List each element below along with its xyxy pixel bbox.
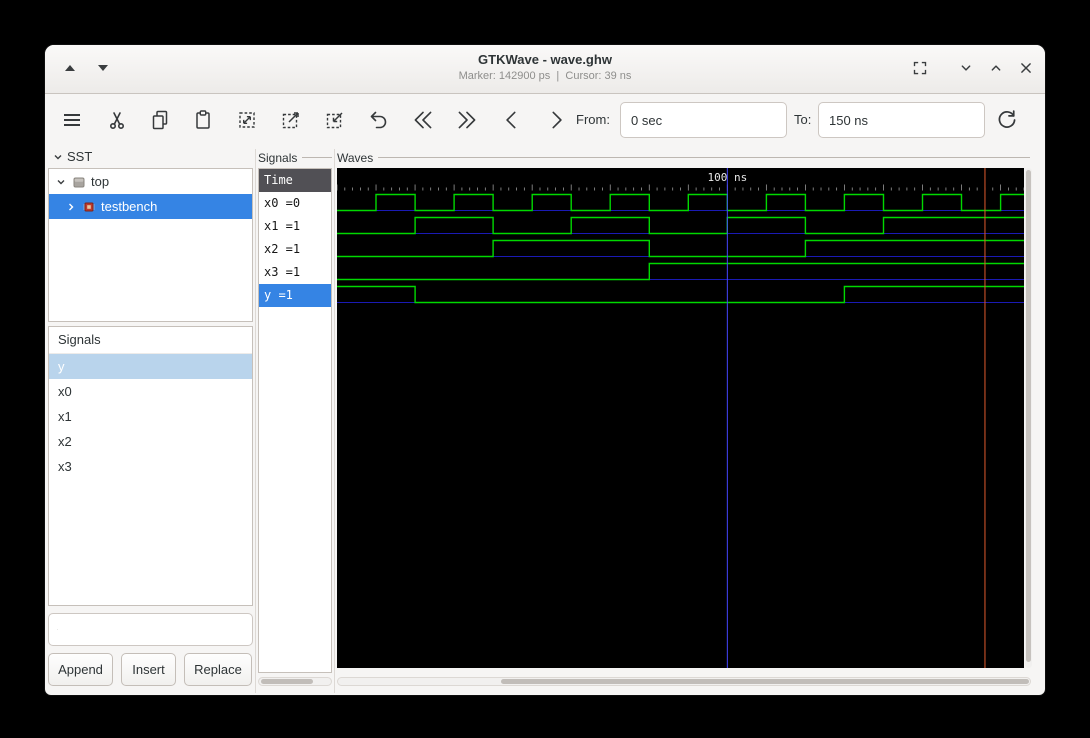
next-button[interactable] — [538, 102, 574, 138]
copy-icon — [152, 110, 168, 130]
search-input[interactable] — [64, 621, 244, 638]
close-icon — [1021, 63, 1031, 73]
zoom-out-button[interactable] — [317, 102, 353, 138]
cut-scissors-icon — [110, 112, 125, 130]
expander-down-icon — [54, 154, 62, 159]
waves-frame-label: Waves — [337, 150, 1030, 165]
wave-name-list: Time x0 =0 x1 =1 x2 =1 x3 =1 y =1 — [258, 168, 332, 673]
signal-search-box[interactable] — [48, 613, 253, 646]
zoom-in-button[interactable] — [273, 102, 309, 138]
chip-icon — [83, 202, 95, 211]
skip-to-start-button[interactable] — [405, 102, 441, 138]
gtkwave-window: GTKWave - wave.ghw Marker: 142900 ps | C… — [45, 45, 1045, 695]
skip-to-end-icon — [458, 111, 476, 129]
toolbar: From: To: — [45, 93, 1045, 148]
reload-button[interactable] — [989, 102, 1025, 138]
zoom-in-icon — [282, 112, 299, 129]
window-chevron-up-button[interactable] — [983, 55, 1009, 81]
menu-icon — [64, 114, 80, 126]
paned-handle-left[interactable] — [255, 149, 256, 693]
append-button[interactable]: Append — [48, 653, 113, 686]
menu-button[interactable] — [54, 102, 90, 138]
cut-button[interactable] — [99, 102, 135, 138]
restore-window-button[interactable] — [907, 55, 933, 81]
from-label: From: — [576, 112, 610, 127]
wave-row-label-x1[interactable]: x1 =1 — [259, 215, 331, 238]
skip-to-start-icon — [414, 111, 432, 129]
wave-row-label-y[interactable]: y =1 — [259, 284, 331, 307]
undo-button[interactable] — [361, 102, 397, 138]
from-input[interactable] — [620, 102, 787, 138]
sst-tree-panel: top testbench — [48, 168, 253, 322]
tree-item-label: top — [91, 174, 110, 189]
paned-handle-right[interactable] — [334, 149, 335, 693]
copy-button[interactable] — [142, 102, 178, 138]
signal-item-x3[interactable]: x3 — [49, 454, 252, 479]
signal-search-panel: Signals y x0 x1 x2 x3 — [48, 326, 253, 606]
expander-down-icon[interactable] — [55, 176, 67, 188]
frame-rule — [302, 157, 332, 158]
chevron-left-icon — [506, 111, 516, 129]
restore-window-icon — [913, 61, 927, 75]
tree-item-top[interactable]: top — [49, 169, 252, 194]
insert-button[interactable]: Insert — [121, 653, 176, 686]
wave-canvas[interactable]: 100 ns — [336, 168, 1025, 668]
module-icon — [73, 177, 85, 187]
zoom-out-icon — [326, 112, 343, 129]
titlebar[interactable]: GTKWave - wave.ghw Marker: 142900 ps | C… — [45, 45, 1045, 94]
zoom-fit-button[interactable] — [229, 102, 265, 138]
waveform-plot: 100 ns — [336, 168, 1025, 668]
expander-right-icon[interactable] — [65, 201, 77, 213]
sst-header[interactable]: SST — [52, 149, 92, 164]
to-label: To: — [794, 112, 812, 127]
signals-header: Signals — [49, 327, 252, 354]
wave-list-frame-label: Signals — [258, 150, 332, 165]
signal-item-x2[interactable]: x2 — [49, 429, 252, 454]
window-chevron-down-button[interactable] — [953, 55, 979, 81]
window-subtitle: Marker: 142900 ps | Cursor: 39 ns — [458, 70, 632, 82]
signal-item-y[interactable]: y — [49, 354, 252, 379]
previous-button[interactable] — [494, 102, 530, 138]
zoom-fit-icon — [239, 112, 255, 128]
window-title: GTKWave - wave.ghw — [478, 52, 612, 67]
to-input[interactable] — [818, 102, 985, 138]
close-window-button[interactable] — [1013, 55, 1039, 81]
paste-clipboard-icon — [196, 110, 210, 129]
waves-vertical-scrollbar[interactable] — [1025, 168, 1032, 668]
tree-item-testbench[interactable]: testbench — [49, 194, 252, 219]
chevron-right-icon — [552, 111, 562, 129]
wave-list-horizontal-scrollbar[interactable] — [258, 677, 332, 686]
tree-item-label: testbench — [101, 199, 158, 214]
chevron-up-icon — [991, 65, 1001, 71]
skip-to-end-button[interactable] — [449, 102, 485, 138]
wave-row-label-x2[interactable]: x2 =1 — [259, 238, 331, 261]
search-icon — [57, 629, 58, 630]
wave-row-label-x0[interactable]: x0 =0 — [259, 192, 331, 215]
chevron-down-icon — [961, 65, 971, 71]
replace-button[interactable]: Replace — [184, 653, 252, 686]
waves-frame-label-text: Waves — [337, 150, 374, 165]
frame-rule — [378, 157, 1030, 158]
reload-icon — [998, 110, 1016, 128]
paste-button[interactable] — [185, 102, 221, 138]
wave-list-frame-label-text: Signals — [258, 150, 298, 165]
waves-horizontal-scrollbar[interactable] — [337, 677, 1031, 686]
signal-item-x1[interactable]: x1 — [49, 404, 252, 429]
undo-icon — [370, 111, 387, 129]
scrollbar-thumb[interactable] — [1026, 170, 1031, 662]
time-header[interactable]: Time — [259, 169, 331, 192]
wave-row-label-x3[interactable]: x3 =1 — [259, 261, 331, 284]
signal-item-x0[interactable]: x0 — [49, 379, 252, 404]
sst-header-label: SST — [67, 149, 93, 164]
scrollbar-thumb[interactable] — [261, 679, 313, 684]
scrollbar-thumb[interactable] — [501, 679, 1029, 684]
